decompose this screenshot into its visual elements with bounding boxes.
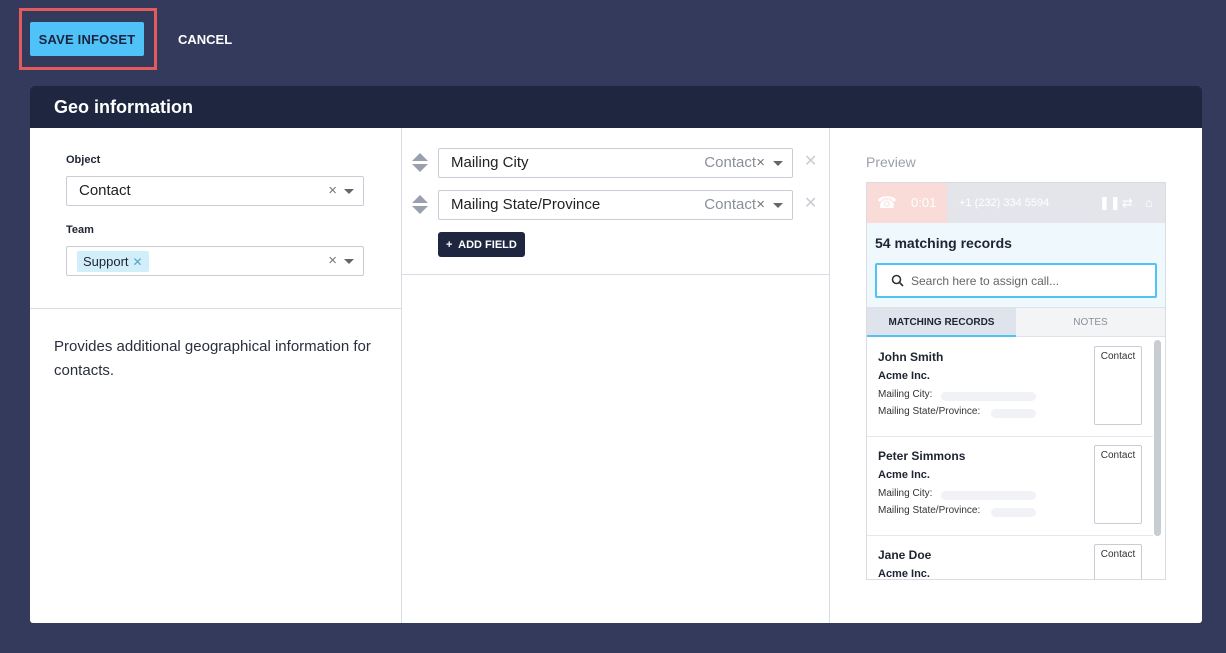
search-box[interactable]	[875, 263, 1157, 298]
record-company: Acme Inc.	[878, 568, 930, 580]
record-city-label: Mailing City:	[878, 488, 933, 499]
field-object: Contact	[704, 154, 756, 171]
panel-body: Object Contact × Team Support ✕ × Provide…	[30, 128, 1202, 623]
remove-tag-icon[interactable]: ✕	[133, 255, 143, 269]
record-card[interactable]: John Smith Acme Inc. Mailing City: Maili…	[867, 338, 1153, 437]
record-card[interactable]: Jane Doe Acme Inc. Contact	[867, 536, 1153, 580]
record-type-badge: Contact	[1094, 544, 1142, 579]
record-name: Peter Simmons	[878, 449, 966, 463]
record-card[interactable]: Peter Simmons Acme Inc. Mailing City: Ma…	[867, 437, 1153, 536]
infoset-panel: Geo information Object Contact × Team Su…	[30, 86, 1202, 623]
drag-handle-icon[interactable]	[412, 153, 428, 173]
record-city-placeholder	[941, 392, 1036, 401]
team-clear-icon[interactable]: ×	[328, 247, 337, 275]
object-clear-icon[interactable]: ×	[328, 177, 337, 205]
record-state-label: Mailing State/Province:	[878, 505, 981, 516]
field-row: Mailing City Contact × ✕	[402, 148, 830, 178]
team-tag: Support ✕	[77, 251, 149, 272]
drag-handle-icon[interactable]	[412, 195, 428, 215]
records-list: John Smith Acme Inc. Mailing City: Maili…	[867, 338, 1153, 580]
search-input[interactable]	[911, 265, 1151, 296]
search-icon	[891, 274, 904, 287]
object-select-value: Contact	[79, 182, 131, 199]
matching-records-count: 54 matching records	[875, 235, 1012, 251]
record-city-label: Mailing City:	[878, 389, 933, 400]
record-state-placeholder	[991, 409, 1036, 418]
chevron-down-icon[interactable]	[773, 203, 783, 208]
fields-list: Mailing City Contact × ✕ Mailing State/P…	[402, 128, 829, 275]
record-state-placeholder	[991, 508, 1036, 517]
add-field-label: ADD FIELD	[458, 238, 517, 251]
field-select[interactable]: Mailing State/Province Contact ×	[438, 190, 793, 220]
field-select[interactable]: Mailing City Contact ×	[438, 148, 793, 178]
records-scrollbar[interactable]	[1154, 340, 1161, 536]
cancel-button[interactable]: CANCEL	[168, 22, 242, 56]
config-column: Object Contact × Team Support ✕ × Provide…	[30, 128, 402, 623]
preview-widget: ☎ 0:01 +1 (232) 334 5594 ❚❚ ⇄ ⌂ 54 match…	[866, 182, 1166, 580]
record-city-placeholder	[941, 491, 1036, 500]
fields-column: Mailing City Contact × ✕ Mailing State/P…	[402, 128, 830, 623]
record-state-label: Mailing State/Province:	[878, 406, 981, 417]
field-row: Mailing State/Province Contact × ✕	[402, 190, 830, 220]
chevron-down-icon[interactable]	[344, 189, 354, 194]
object-label: Object	[66, 154, 101, 166]
preview-column: Preview ☎ 0:01 +1 (232) 334 5594 ❚❚ ⇄ ⌂ …	[830, 128, 1202, 623]
field-name: Mailing City	[451, 154, 529, 171]
record-name: John Smith	[878, 350, 944, 364]
team-select[interactable]: Support ✕ ×	[66, 246, 364, 276]
match-area: 54 matching records	[867, 223, 1165, 307]
tab-notes[interactable]: NOTES	[1016, 308, 1165, 337]
transfer-icon[interactable]: ⇄	[1122, 183, 1133, 223]
team-tag-label: Support	[83, 254, 129, 269]
call-bar-active: ☎ 0:01	[867, 183, 947, 223]
tab-matching-records[interactable]: MATCHING RECORDS	[867, 308, 1016, 337]
add-field-button[interactable]: + ADD FIELD	[438, 232, 525, 257]
caller-number: +1 (232) 334 5594	[959, 197, 1050, 209]
field-name: Mailing State/Province	[451, 196, 601, 213]
hang-up-icon[interactable]: ☎	[877, 193, 897, 213]
record-company: Acme Inc.	[878, 469, 930, 481]
field-clear-icon[interactable]: ×	[756, 149, 765, 177]
remove-field-icon[interactable]: ✕	[804, 148, 817, 176]
plus-icon: +	[446, 238, 453, 251]
record-type-badge: Contact	[1094, 445, 1142, 524]
top-toolbar: SAVE INFOSET CANCEL	[0, 0, 1226, 80]
field-object: Contact	[704, 196, 756, 213]
team-label: Team	[66, 224, 94, 236]
remove-field-icon[interactable]: ✕	[804, 190, 817, 218]
panel-title: Geo information	[30, 86, 1202, 128]
chevron-down-icon[interactable]	[344, 259, 354, 264]
infoset-description: Provides additional geographical informa…	[54, 338, 371, 379]
pause-icon[interactable]: ❚❚	[1099, 183, 1121, 223]
record-name: Jane Doe	[878, 548, 932, 562]
save-infoset-button[interactable]: SAVE INFOSET	[30, 22, 144, 56]
preview-tabs: MATCHING RECORDS NOTES	[867, 307, 1165, 337]
home-icon[interactable]: ⌂	[1145, 183, 1153, 223]
call-bar: ☎ 0:01 +1 (232) 334 5594 ❚❚ ⇄ ⌂	[867, 183, 1165, 223]
field-clear-icon[interactable]: ×	[756, 191, 765, 219]
record-type-badge: Contact	[1094, 346, 1142, 425]
chevron-down-icon[interactable]	[773, 161, 783, 166]
call-timer: 0:01	[911, 195, 937, 210]
object-select[interactable]: Contact ×	[66, 176, 364, 206]
config-form: Object Contact × Team Support ✕ ×	[30, 128, 401, 309]
preview-label: Preview	[866, 154, 916, 170]
record-company: Acme Inc.	[878, 370, 930, 382]
